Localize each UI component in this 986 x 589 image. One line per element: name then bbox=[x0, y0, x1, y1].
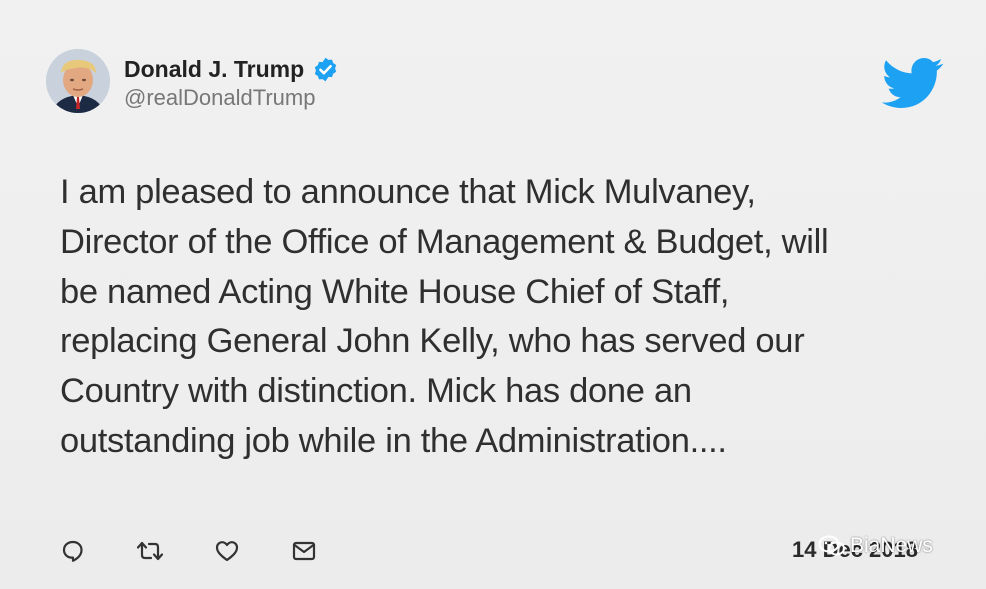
display-name[interactable]: Donald J. Trump bbox=[124, 56, 304, 83]
message-icon[interactable] bbox=[289, 536, 319, 566]
tweet-text-line: Country with distinction. Mick has done … bbox=[60, 372, 692, 411]
reply-icon[interactable] bbox=[58, 536, 88, 566]
tweet-actions bbox=[58, 536, 319, 566]
tweet-text-line: be named Acting White House Chief of Sta… bbox=[60, 272, 730, 311]
tweet-card: Donald J. Trump @realDonaldTrump I am pl… bbox=[0, 0, 986, 589]
tweet-text-line: Director of the Office of Management & B… bbox=[60, 222, 829, 261]
watermark-text: BiaNews bbox=[850, 534, 933, 557]
wechat-logo-icon bbox=[818, 535, 845, 556]
avatar[interactable] bbox=[46, 49, 110, 113]
watermark: BiaNews bbox=[818, 534, 933, 558]
like-icon[interactable] bbox=[212, 536, 242, 566]
display-name-row[interactable]: Donald J. Trump bbox=[124, 54, 339, 84]
tweet-text-line: I am pleased to announce that Mick Mulva… bbox=[60, 173, 756, 211]
retweet-icon[interactable] bbox=[135, 536, 165, 566]
tweet-text: I am pleased to announce that Mick Mulva… bbox=[60, 168, 940, 467]
tweet-text-line: outstanding job while in the Administrat… bbox=[60, 421, 727, 460]
author-block: Donald J. Trump @realDonaldTrump bbox=[124, 54, 339, 111]
handle[interactable]: @realDonaldTrump bbox=[124, 85, 339, 111]
twitter-bird-icon bbox=[881, 58, 944, 108]
tweet-text-line: replacing General John Kelly, who has se… bbox=[60, 322, 805, 361]
verified-badge-icon bbox=[312, 56, 339, 83]
